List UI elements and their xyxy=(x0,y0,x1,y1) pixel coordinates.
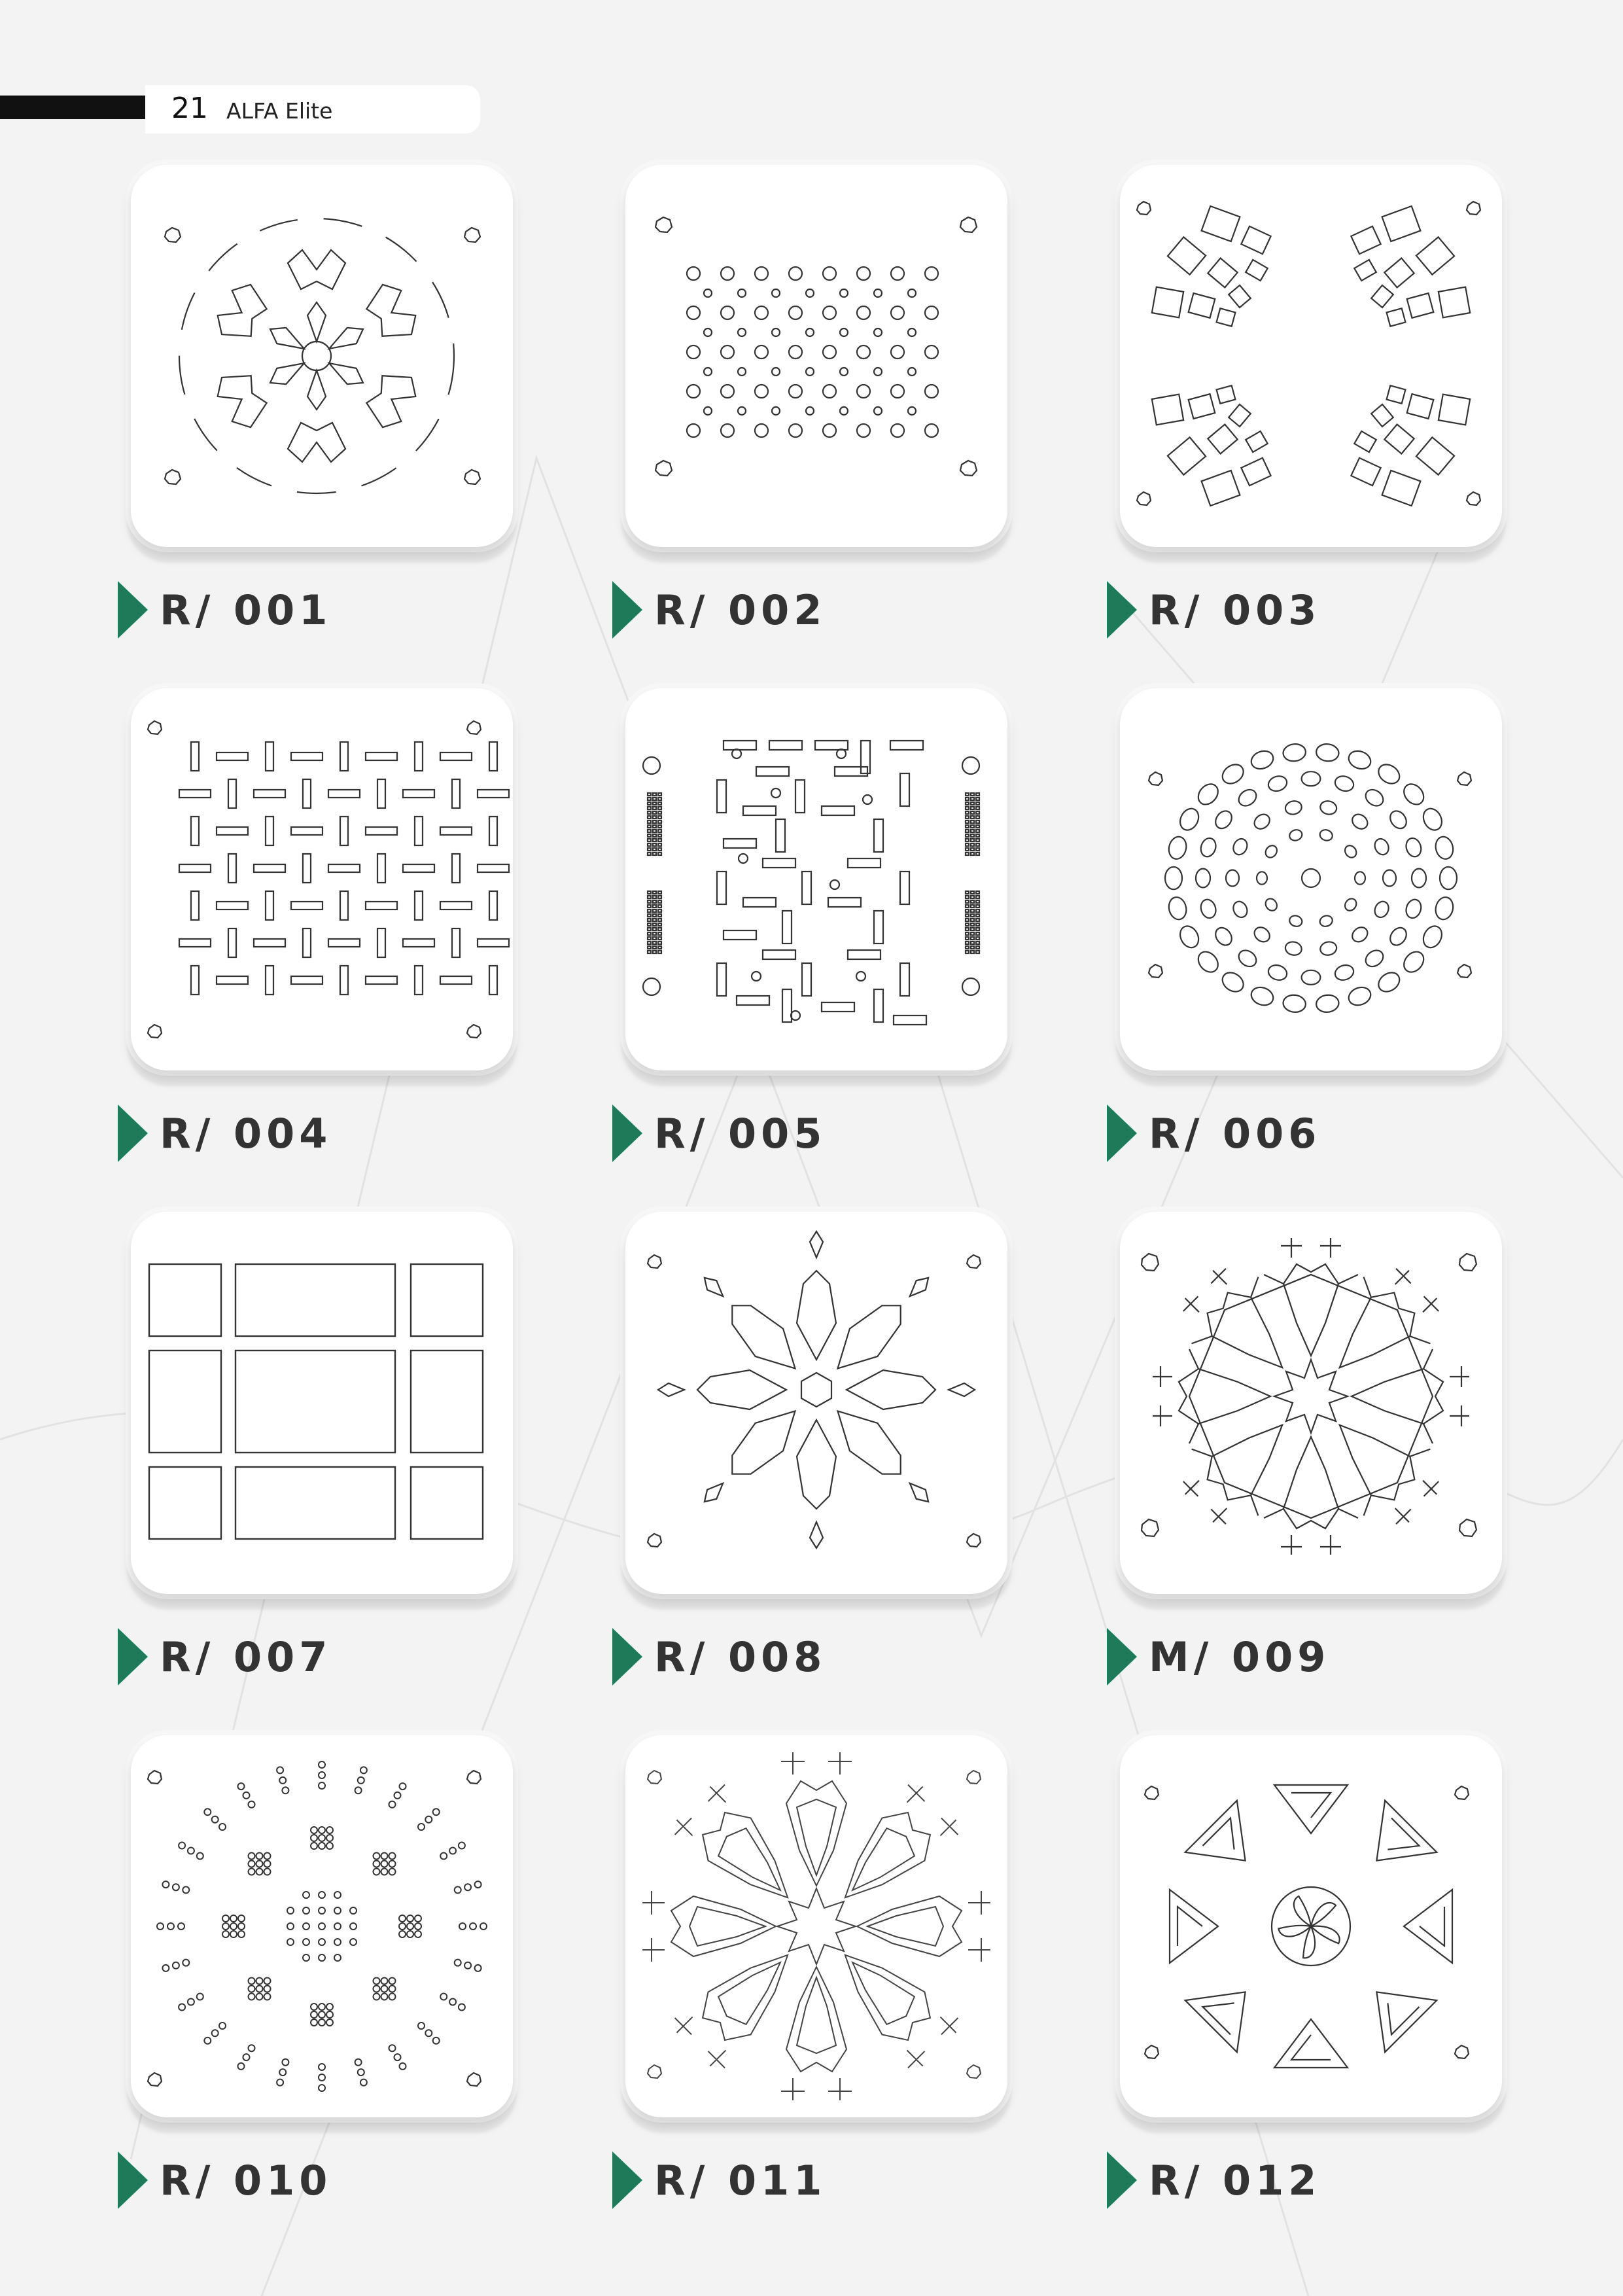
product-code: R/ 006 xyxy=(1149,1110,1321,1157)
label-triangle-icon xyxy=(612,1104,642,1162)
pattern-radial-star-icon xyxy=(164,217,481,495)
label-triangle-icon xyxy=(1107,2151,1137,2209)
label-triangle-icon xyxy=(1107,1104,1137,1162)
pattern-panel-grid-icon xyxy=(148,1263,484,1540)
product-code: R/ 001 xyxy=(160,586,332,634)
product-code: R/ 012 xyxy=(1149,2157,1321,2204)
product-tile-005[interactable] xyxy=(625,688,1007,1070)
product-tile-007[interactable] xyxy=(131,1212,513,1594)
product-label-008: R/ 008 xyxy=(612,1628,979,1687)
product-tile-001[interactable] xyxy=(131,165,513,547)
pattern-square-arcs-icon xyxy=(1136,200,1482,507)
product-label-001: R/ 001 xyxy=(118,581,484,640)
label-triangle-icon xyxy=(118,2151,148,2209)
label-triangle-icon xyxy=(612,581,642,639)
label-triangle-icon xyxy=(612,1628,642,1686)
page-header: 21 ALFA Elite xyxy=(0,85,484,133)
label-triangle-icon xyxy=(118,1104,148,1162)
page-number: 21 xyxy=(171,92,208,125)
product-tile-004[interactable] xyxy=(131,688,513,1070)
product-tile-008[interactable] xyxy=(625,1212,1007,1594)
product-label-012: R/ 012 xyxy=(1107,2151,1473,2210)
product-code: R/ 004 xyxy=(160,1110,332,1157)
pattern-oval-rings-icon xyxy=(1147,743,1473,1013)
pattern-kite-star-icon xyxy=(646,1229,982,1549)
product-label-009: M/ 009 xyxy=(1107,1628,1473,1687)
pattern-triangle-rosette-icon xyxy=(1143,1784,1470,2069)
pattern-dot-clusters-icon xyxy=(147,1761,487,2092)
label-triangle-icon xyxy=(1107,1628,1137,1686)
pattern-basketweave-icon xyxy=(147,720,510,1039)
product-tile-009[interactable] xyxy=(1120,1212,1502,1594)
product-label-007: R/ 007 xyxy=(118,1628,484,1687)
product-label-005: R/ 005 xyxy=(612,1104,979,1163)
product-label-004: R/ 004 xyxy=(118,1104,484,1163)
pattern-arabesque-large-icon xyxy=(642,1752,991,2101)
product-label-011: R/ 011 xyxy=(612,2151,979,2210)
product-code: M/ 009 xyxy=(1149,1633,1331,1681)
header-bar xyxy=(0,96,154,119)
pattern-arabesque-star-icon xyxy=(1140,1238,1478,1556)
product-tile-010[interactable] xyxy=(131,1735,513,2117)
product-label-006: R/ 006 xyxy=(1107,1104,1473,1163)
product-label-003: R/ 003 xyxy=(1107,581,1473,640)
product-code: R/ 005 xyxy=(654,1110,827,1157)
product-code: R/ 010 xyxy=(160,2157,332,2204)
product-tile-002[interactable] xyxy=(625,165,1007,547)
pattern-maze-icon xyxy=(642,739,981,1026)
product-tile-011[interactable] xyxy=(625,1735,1007,2117)
product-tile-003[interactable] xyxy=(1120,165,1502,547)
product-label-002: R/ 002 xyxy=(612,581,979,640)
label-triangle-icon xyxy=(118,581,148,639)
pattern-circle-perforation-icon xyxy=(654,216,978,477)
product-tile-006[interactable] xyxy=(1120,688,1502,1070)
product-code: R/ 002 xyxy=(654,586,827,634)
product-tile-012[interactable] xyxy=(1120,1735,1502,2117)
brand-name: ALFA Elite xyxy=(226,98,333,124)
label-triangle-icon xyxy=(1107,581,1137,639)
product-label-010: R/ 010 xyxy=(118,2151,484,2210)
label-triangle-icon xyxy=(118,1628,148,1686)
label-triangle-icon xyxy=(612,2151,642,2209)
product-code: R/ 003 xyxy=(1149,586,1321,634)
product-code: R/ 011 xyxy=(654,2157,827,2204)
product-code: R/ 008 xyxy=(654,1633,827,1681)
product-code: R/ 007 xyxy=(160,1633,332,1681)
